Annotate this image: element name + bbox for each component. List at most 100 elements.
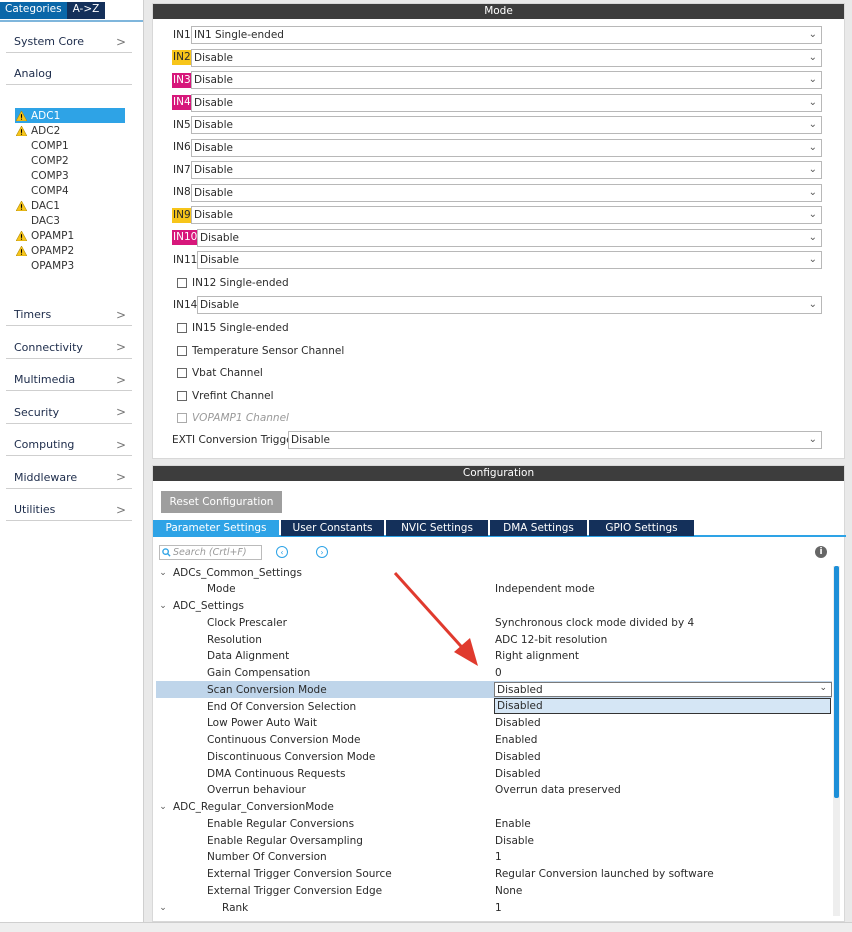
peripheral-comp4[interactable]: COMP4 (15, 183, 125, 198)
select-value: Disable (194, 51, 233, 64)
tab-categories[interactable]: Categories (0, 2, 67, 19)
sidebar-item-multimedia[interactable]: Multimedia > (6, 369, 132, 391)
chevron-down-icon: ⌄ (808, 141, 817, 153)
sidebar-item-system-core[interactable]: System Core > (6, 31, 132, 53)
scan-conversion-mode-select[interactable]: Disabled ⌄ (494, 682, 832, 697)
info-icon[interactable]: i (815, 546, 827, 558)
input-select-in4[interactable]: Disable ⌄ (191, 93, 822, 112)
tab-parameter-settings[interactable]: Parameter Settings (153, 520, 279, 536)
checkbox-vbat-channel[interactable]: Vbat Channel (177, 365, 263, 381)
category-sidebar: Categories A->Z System Core > Analog ADC1 A… (0, 0, 144, 922)
tree-group[interactable]: ⌄ ADC_Settings (156, 598, 832, 615)
tab-nvic-settings[interactable]: NVIC Settings (386, 520, 488, 536)
sidebar-item-timers[interactable]: Timers > (6, 304, 132, 326)
input-label: IN2 (172, 50, 192, 65)
peripheral-dac1[interactable]: DAC1 (15, 198, 125, 213)
tree-row[interactable]: Number Of Conversion 1 (156, 849, 832, 866)
param-value: 1 (495, 901, 502, 914)
search-input[interactable]: Search (Crtl+F) (159, 545, 262, 560)
param-value: Disabled (495, 767, 541, 780)
sidebar-item-utilities[interactable]: Utilities > (6, 499, 132, 521)
sidebar-item-computing[interactable]: Computing > (6, 434, 132, 456)
tab-dma-settings[interactable]: DMA Settings (490, 520, 587, 536)
exti-row: EXTI Conversion Trigger (172, 431, 297, 449)
tab-gpio-settings[interactable]: GPIO Settings (589, 520, 694, 536)
tree-group[interactable]: ⌄ ADC_Regular_ConversionMode (156, 799, 832, 816)
scrollbar-thumb[interactable] (834, 566, 839, 798)
input-select-in6[interactable]: Disable ⌄ (191, 138, 822, 157)
peripheral-dac3[interactable]: DAC3 (15, 213, 125, 228)
tree-row[interactable]: Overrun behaviour Overrun data preserved (156, 782, 832, 799)
sidebar-item-analog[interactable]: Analog (6, 63, 132, 85)
tree-row[interactable]: Data Alignment Right alignment (156, 648, 832, 665)
input-select-in14[interactable]: Disable ⌄ (197, 296, 822, 314)
search-next-icon[interactable]: › (316, 546, 328, 558)
checkbox-in15-single-ended[interactable]: IN15 Single-ended (177, 320, 289, 336)
peripheral-opamp3[interactable]: OPAMP3 (15, 258, 125, 273)
input-select-in5[interactable]: Disable ⌄ (191, 116, 822, 134)
tab-user-constants[interactable]: User Constants (281, 520, 384, 536)
select-value: Disable (194, 186, 233, 199)
tree-row[interactable]: Clock Prescaler Synchronous clock mode di… (156, 614, 832, 631)
chevron-down-icon[interactable]: ⌄ (156, 903, 170, 913)
peripheral-opamp1[interactable]: OPAMP1 (15, 228, 125, 243)
tree-row[interactable]: ⌄ Rank 1 (156, 899, 832, 916)
chevron-down-icon[interactable]: ⌄ (156, 568, 170, 578)
input-select-in10[interactable]: Disable ⌄ (197, 228, 822, 247)
peripheral-adc1[interactable]: ADC1 (15, 108, 125, 123)
input-select-in9[interactable]: Disable ⌄ (191, 206, 822, 224)
reset-configuration-button[interactable]: Reset Configuration (161, 491, 282, 513)
tree-row[interactable]: Resolution ADC 12-bit resolution (156, 631, 832, 648)
exti-select[interactable]: Disable ⌄ (288, 431, 822, 449)
checkbox-in12[interactable]: IN12 Single-ended (177, 275, 289, 291)
bottom-bar (0, 922, 852, 932)
peripheral-opamp2[interactable]: OPAMP2 (15, 243, 125, 258)
input-select-in8[interactable]: Disable ⌄ (191, 183, 822, 202)
input-select-in2[interactable]: Disable ⌄ (191, 48, 822, 67)
param-name: Overrun behaviour (207, 784, 306, 797)
param-value: None (495, 884, 523, 897)
input-select-in11[interactable]: Disable ⌄ (197, 251, 822, 269)
input-label: IN9 (172, 207, 192, 223)
checkbox-temperature-sensor-channel[interactable]: Temperature Sensor Channel (177, 343, 344, 359)
input-row-in7: IN7 (172, 161, 192, 179)
checkbox-vrefint-channel[interactable]: Vrefint Channel (177, 388, 274, 404)
chevron-down-icon: ⌄ (819, 683, 827, 693)
tree-row[interactable]: Low Power Auto Wait Disabled (156, 715, 832, 732)
peripheral-comp2[interactable]: COMP2 (15, 153, 125, 168)
tree-row[interactable]: Enable Regular Oversampling Disable (156, 832, 832, 849)
chevron-down-icon: ⌄ (808, 186, 817, 198)
sidebar-item-label: Security (14, 405, 60, 419)
param-value: Disabled (495, 750, 541, 763)
tree-row[interactable]: External Trigger Conversion Edge None (156, 882, 832, 899)
peripheral-comp3[interactable]: COMP3 (15, 168, 125, 183)
input-select-in1[interactable]: IN1 Single-ended ⌄ (191, 26, 822, 44)
sidebar-item-security[interactable]: Security > (6, 402, 132, 424)
configuration-panel: Configuration Reset Configuration Parame… (152, 465, 846, 922)
tree-row[interactable]: Enable Regular Conversions Enable (156, 815, 832, 832)
parameter-tab-bar: Parameter Settings User Constants NVIC Set… (153, 520, 846, 537)
sidebar-item-label: System Core (14, 35, 84, 48)
dropdown-option[interactable]: Disabled (494, 698, 831, 714)
sidebar-item-middleware[interactable]: Middleware > (6, 467, 132, 489)
chevron-down-icon[interactable]: ⌄ (156, 601, 170, 611)
input-select-in7[interactable]: Disable ⌄ (191, 161, 822, 179)
input-row-in1: IN1 (172, 26, 192, 44)
input-select-in3[interactable]: Disable ⌄ (191, 71, 822, 89)
sidebar-item-connectivity[interactable]: Connectivity > (6, 337, 132, 359)
tree-row[interactable]: Mode Independent mode (156, 581, 832, 598)
chevron-right-icon: > (115, 307, 126, 322)
chevron-down-icon: ⌄ (808, 164, 817, 175)
tree-row[interactable]: Discontinuous Conversion Mode Disabled (156, 748, 832, 765)
chevron-down-icon[interactable]: ⌄ (156, 802, 170, 812)
tree-group[interactable]: ⌄ ADCs_Common_Settings (156, 564, 832, 581)
tree-row[interactable]: Gain Compensation 0 (156, 665, 832, 682)
tree-row[interactable]: External Trigger Conversion Source Regula… (156, 866, 832, 883)
tab-a-z[interactable]: A->Z (66, 2, 106, 19)
peripheral-adc2[interactable]: ADC2 (15, 123, 125, 138)
tree-row[interactable]: Continuous Conversion Mode Enabled (156, 732, 832, 749)
search-previous-icon[interactable]: ‹ (276, 546, 288, 558)
chevron-down-icon: ⌄ (808, 29, 817, 40)
peripheral-comp1[interactable]: COMP1 (15, 138, 125, 153)
tree-row[interactable]: DMA Continuous Requests Disabled (156, 765, 832, 782)
